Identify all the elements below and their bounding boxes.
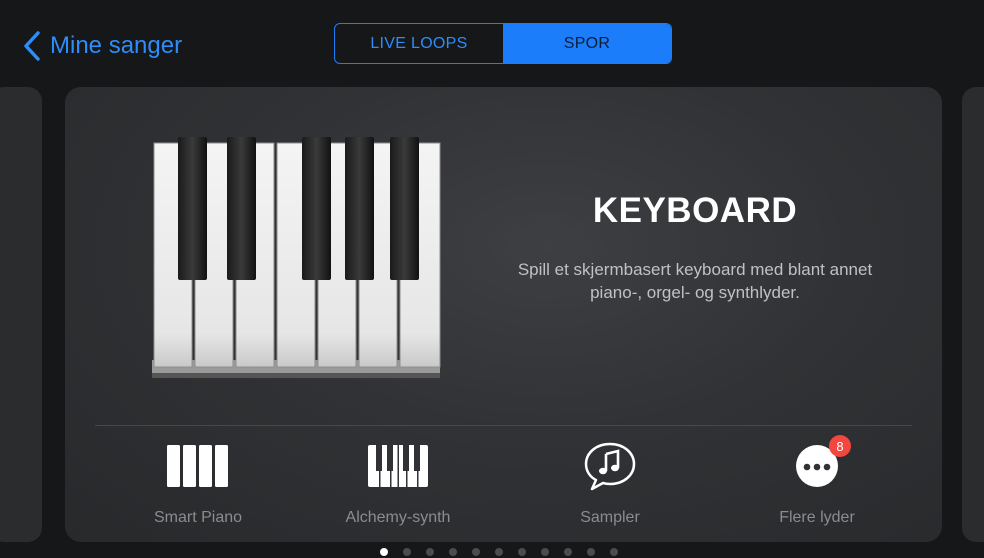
back-button[interactable]: Mine sanger <box>22 28 182 64</box>
next-instrument-card[interactable] <box>962 87 984 542</box>
instrument-title: KEYBOARD <box>592 191 798 230</box>
alchemy-synth-icon <box>368 445 428 487</box>
instrument-card-keyboard[interactable]: KEYBOARD Spill et skjermbasert keyboard … <box>65 87 942 542</box>
chevron-left-icon <box>24 31 40 61</box>
segment-live-loops[interactable]: LIVE LOOPS <box>335 24 503 63</box>
instrument-variants: Smart Piano Alchemy-synth Sampler 8 Fler… <box>65 435 942 532</box>
page-dot[interactable] <box>426 548 434 556</box>
page-control[interactable] <box>380 548 618 556</box>
page-dot[interactable] <box>587 548 595 556</box>
page-dot[interactable] <box>610 548 618 556</box>
instrument-more-sounds[interactable]: 8 Flere lyder <box>717 435 917 532</box>
top-bar: Mine sanger LIVE LOOPS SPOR <box>0 0 984 84</box>
instrument-label: Flere lyder <box>779 509 855 526</box>
segment-spor[interactable]: SPOR <box>503 24 671 63</box>
instrument-description: Spill et skjermbasert keyboard med blant… <box>517 260 873 302</box>
instrument-alchemy-synth[interactable]: Alchemy-synth <box>298 437 498 532</box>
smart-piano-icon <box>167 445 228 487</box>
page-dot[interactable] <box>518 548 526 556</box>
view-segmented-control: LIVE LOOPS SPOR <box>334 23 672 64</box>
instrument-label: Alchemy-synth <box>345 509 451 526</box>
instrument-label: Sampler <box>580 509 640 526</box>
instrument-smart-piano[interactable]: Smart Piano <box>98 437 298 532</box>
sampler-icon <box>584 442 636 491</box>
notification-badge: 8 <box>829 435 851 457</box>
keyboard-illustration <box>152 137 441 378</box>
previous-instrument-card[interactable] <box>0 87 42 542</box>
page-dot[interactable] <box>495 548 503 556</box>
instrument-label: Smart Piano <box>153 509 243 526</box>
page-dot[interactable] <box>541 548 549 556</box>
divider <box>95 425 912 426</box>
page-dot[interactable] <box>449 548 457 556</box>
page-dot[interactable] <box>380 548 388 556</box>
page-dot[interactable] <box>403 548 411 556</box>
instrument-sampler[interactable]: Sampler <box>510 437 710 532</box>
page-dot[interactable] <box>564 548 572 556</box>
back-label: Mine sanger <box>50 32 183 59</box>
page-dot[interactable] <box>472 548 480 556</box>
